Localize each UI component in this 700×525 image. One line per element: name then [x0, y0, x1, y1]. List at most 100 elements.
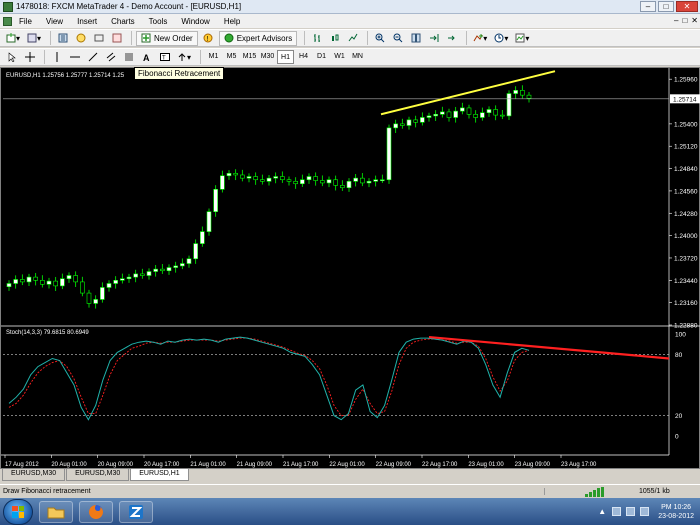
maximize-button[interactable]: □ [658, 1, 674, 12]
metaeditor-button[interactable]: ! [201, 31, 216, 46]
menu-window[interactable]: Window [174, 17, 216, 26]
indicators-button[interactable]: ▾ [471, 31, 489, 46]
price-tick-label: 1.22880 [674, 323, 698, 330]
templates-button[interactable]: ▾ [513, 31, 531, 46]
candle-body [40, 280, 45, 285]
menu-insert[interactable]: Insert [70, 17, 104, 26]
candle-body [293, 181, 298, 185]
crosshair-tool[interactable] [22, 50, 37, 65]
menu-view[interactable]: View [39, 17, 70, 26]
price-tick-label: 1.24280 [674, 211, 698, 218]
tile-windows-button[interactable] [408, 31, 423, 46]
tray-network-icon[interactable] [612, 507, 622, 516]
menu-tools[interactable]: Tools [142, 17, 175, 26]
vertical-line-tool[interactable] [49, 50, 64, 65]
candle-body [426, 115, 432, 118]
indicators-icon [473, 34, 484, 42]
tab-eurusd-m30[interactable]: EURUSD,M30 [2, 469, 66, 481]
text-label-tool[interactable]: T [157, 50, 172, 65]
periods-button[interactable]: ▾ [492, 31, 510, 46]
candlestick-icon [331, 34, 339, 41]
candle-body [13, 279, 18, 284]
terminal-icon [94, 34, 104, 42]
chart-shift-button[interactable] [426, 31, 441, 46]
tray-volume-icon[interactable] [626, 507, 636, 516]
templates-icon [515, 33, 525, 43]
candle-body [233, 173, 238, 176]
start-button[interactable] [3, 498, 33, 525]
candle-body [300, 179, 305, 185]
tab-eurusd-m30-2[interactable]: EURUSD,M30 [66, 469, 130, 481]
timeframe-h4[interactable]: H4 [295, 50, 312, 64]
autoscroll-button[interactable] [444, 31, 459, 46]
new-chart-button[interactable]: ▾ [4, 31, 22, 46]
timeframe-h1[interactable]: H1 [277, 50, 295, 64]
metatrader-icon [129, 504, 143, 519]
candle-body [453, 110, 458, 118]
mdi-close-button[interactable]: ✕ [691, 16, 698, 25]
bar-chart-button[interactable] [309, 31, 324, 46]
candle-body [386, 127, 392, 181]
candle-body [246, 176, 252, 179]
timeframe-m5[interactable]: M5 [223, 50, 240, 64]
taskbar-firefox[interactable] [79, 500, 113, 523]
candle-body [306, 176, 312, 181]
horizontal-line-tool[interactable] [67, 50, 82, 65]
stochastic-tick-label: 100 [675, 332, 686, 339]
arrows-tool[interactable]: ▾ [175, 50, 193, 65]
timeframe-m30[interactable]: M30 [259, 50, 276, 64]
price-chart[interactable]: 1.25960 1.25400 1.25120 1.24840 1.24560 1.242… [1, 68, 700, 470]
close-button[interactable]: ✕ [676, 1, 698, 12]
trendline-tool[interactable] [85, 50, 100, 65]
chart-window[interactable]: 1.25960 1.25400 1.25120 1.24840 1.24560 1.242… [0, 67, 700, 469]
line-chart-button[interactable] [345, 31, 360, 46]
candle-body [286, 179, 292, 182]
candle-body [506, 93, 512, 117]
menu-charts[interactable]: Charts [104, 17, 142, 26]
profiles-button[interactable]: ▾ [25, 31, 43, 46]
taskbar-clock[interactable]: PM 10:26 23-08-2012 [658, 503, 694, 521]
taskbar-explorer[interactable] [39, 500, 73, 523]
taskbar-metatrader[interactable] [119, 500, 153, 523]
zoom-out-button[interactable] [390, 31, 405, 46]
navigator-button[interactable] [73, 31, 88, 46]
tab-eurusd-h1[interactable]: EURUSD,H1 [130, 469, 189, 481]
market-watch-button[interactable] [55, 31, 70, 46]
minimize-button[interactable]: – [640, 1, 656, 12]
title-bar: 1478018: FXCM MetaTrader 4 - Demo Accoun… [0, 0, 700, 14]
strategy-tester-button[interactable] [109, 31, 124, 46]
timeframe-m15[interactable]: M15 [241, 50, 258, 64]
zoom-in-button[interactable] [372, 31, 387, 46]
chart-doc-icon[interactable] [3, 16, 12, 26]
timeframe-w1[interactable]: W1 [331, 50, 348, 64]
terminal-button[interactable] [91, 31, 106, 46]
cursor-icon [8, 52, 16, 62]
fibonacci-tool[interactable] [121, 50, 136, 65]
candle-body [280, 176, 285, 181]
mdi-restore-button[interactable]: □ [682, 16, 687, 25]
candle-body [313, 176, 318, 181]
tray-expand-button[interactable]: ▲ [598, 507, 606, 516]
mdi-minimize-button[interactable]: – [674, 16, 678, 25]
candle-body [366, 181, 372, 184]
candle-body [86, 292, 92, 304]
timeframe-mn[interactable]: MN [349, 50, 366, 64]
text-tool[interactable]: A [139, 50, 154, 65]
expert-advisors-button[interactable]: Expert Advisors [218, 30, 298, 46]
folder-icon [47, 507, 65, 518]
candle-body [493, 109, 498, 116]
cursor-tool[interactable] [4, 50, 19, 65]
timeframe-m1[interactable]: M1 [205, 50, 222, 64]
candlestick-button[interactable] [327, 31, 342, 46]
menu-file[interactable]: File [12, 17, 39, 26]
new-order-button[interactable]: New Order [136, 30, 198, 46]
stochastic-tick-label: 20 [675, 413, 683, 420]
equidistant-channel-tool[interactable] [103, 50, 118, 65]
timeframe-d1[interactable]: D1 [313, 50, 330, 64]
line-chart-icon [348, 33, 358, 42]
candle-body [226, 173, 232, 177]
menu-help[interactable]: Help [217, 17, 247, 26]
tray-flag-icon[interactable] [640, 507, 650, 516]
candle-body [406, 119, 412, 126]
candle-body [80, 281, 85, 294]
